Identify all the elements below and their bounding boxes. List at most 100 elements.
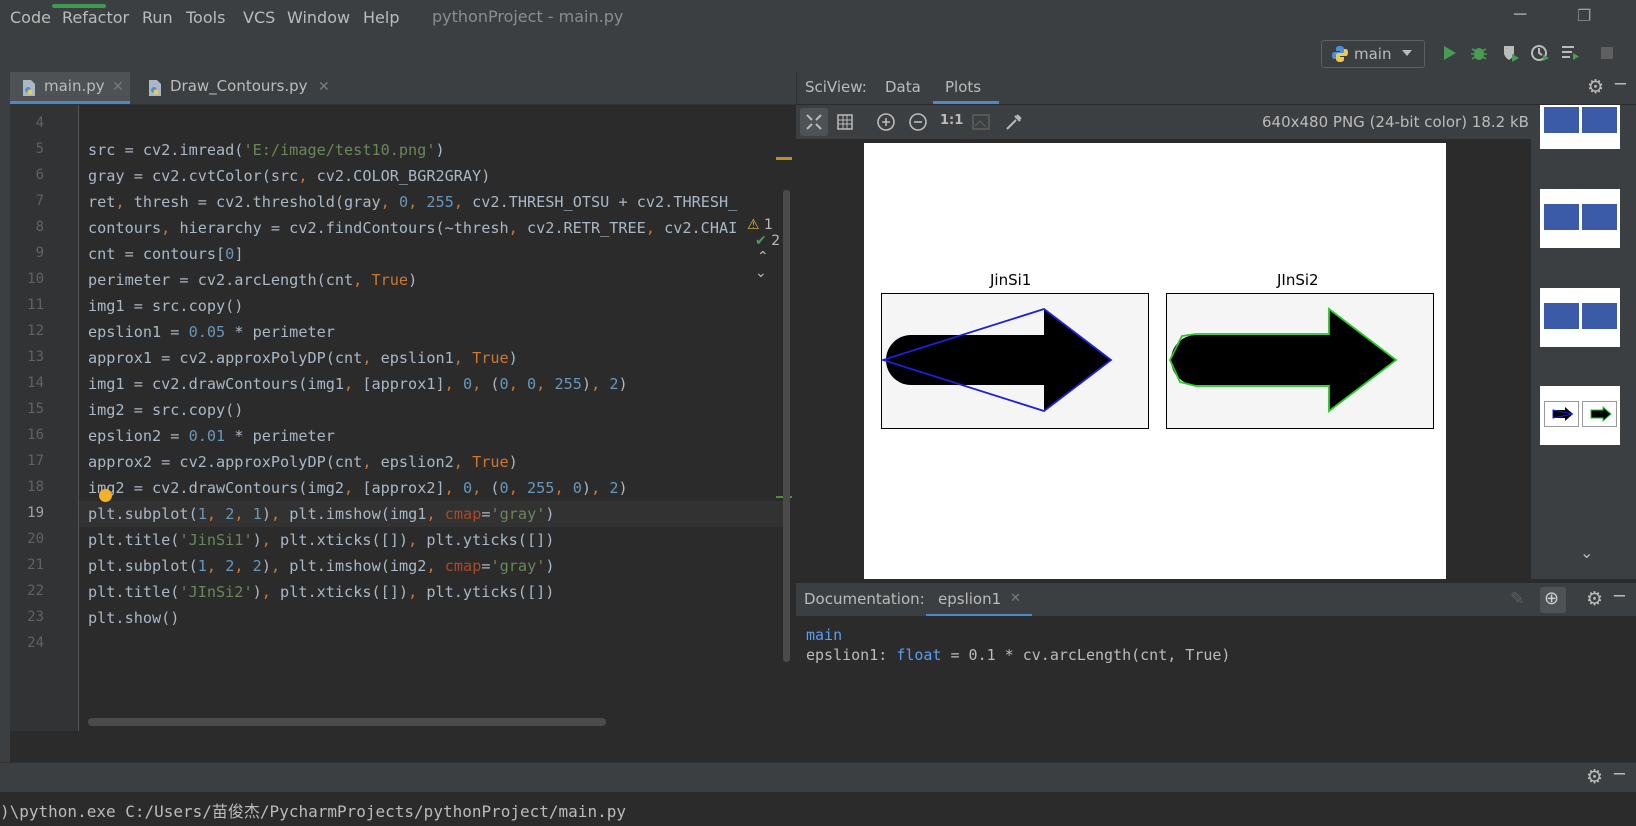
zoom-in-icon[interactable] (876, 112, 896, 132)
close-icon[interactable]: ✕ (112, 79, 124, 95)
doc-signature-name: epslion1 (806, 646, 879, 664)
inspection-widget[interactable]: ⚠ 1 ✔ 2 ⌃ ⌄ (747, 217, 787, 281)
plot-thumbnail[interactable] (1540, 189, 1620, 248)
line-number: 6 (35, 167, 44, 183)
plot-thumbnail[interactable] (1540, 105, 1620, 149)
run-menu-icon[interactable] (1560, 43, 1580, 63)
profile-icon[interactable] (1530, 43, 1550, 63)
background-icon[interactable] (972, 113, 990, 131)
documentation-body: main epslion1: float = 0.1 * cv.arcLengt… (796, 616, 1636, 762)
line-number: 17 (27, 453, 44, 469)
line-number: 18 (27, 479, 44, 495)
warning-icon: ⚠ (747, 217, 760, 233)
hide-icon[interactable]: ─ (1615, 74, 1626, 95)
line-number: 13 (27, 349, 44, 365)
stop-icon[interactable] (1597, 43, 1617, 63)
menu-window[interactable]: Window (287, 8, 350, 27)
line-number: 8 (35, 219, 44, 235)
code-line: img2 = src.copy() (88, 401, 244, 419)
gear-icon[interactable]: ⚙ (1587, 76, 1604, 98)
chevron-up-icon[interactable]: ⌃ (757, 249, 769, 265)
menu-refactor[interactable]: Refactor (62, 8, 129, 27)
weak-warning-count: 2 (771, 233, 781, 249)
code-line: cnt = contours[0] (88, 245, 244, 263)
line-number: 9 (35, 245, 44, 261)
warning-marker[interactable] (776, 157, 792, 160)
check-icon: ✔ (755, 233, 767, 249)
run-config-select[interactable]: main (1321, 40, 1425, 68)
menu-run[interactable]: Run (142, 8, 173, 27)
edit-icon[interactable]: ✎ (1510, 589, 1524, 609)
code-line: plt.show() (88, 609, 180, 627)
plot-thumbnail[interactable] (1540, 386, 1620, 445)
hide-icon[interactable]: ─ (1614, 586, 1625, 607)
menu-help[interactable]: Help (363, 8, 399, 27)
code-line: plt.subplot(1, 2, 1), plt.imshow(img1, c… (88, 505, 555, 523)
line-number: 23 (27, 609, 44, 625)
code-line: img1 = cv2.drawContours(img1, [approx1],… (88, 375, 628, 393)
tab-plots[interactable]: Plots (933, 72, 999, 104)
doc-module: main (806, 626, 843, 644)
editor-vertical-scrollbar[interactable] (783, 190, 790, 662)
chevron-down-icon[interactable]: ⌄ (755, 265, 767, 281)
tab-main-py[interactable]: main.py ✕ (10, 72, 130, 104)
gear-icon[interactable]: ⚙ (1586, 766, 1603, 788)
doc-signature-type: float (896, 646, 942, 664)
code-line: plt.title('JInSi2'), plt.xticks([]), plt… (88, 583, 555, 601)
plot-canvas: JinSi1 JInSi2 (864, 143, 1446, 579)
close-icon[interactable]: ✕ (318, 79, 330, 95)
menu-vcs[interactable]: VCS (243, 8, 275, 27)
gear-icon[interactable]: ⚙ (1586, 588, 1603, 610)
tab-main-label: main.py (44, 77, 105, 95)
doc-signature-colon: : (878, 646, 888, 664)
subplot-image (881, 293, 1149, 429)
hide-icon[interactable]: ─ (1614, 764, 1625, 785)
left-tool-strip (0, 72, 10, 762)
tab-data[interactable]: Data (885, 78, 921, 96)
window-title: pythonProject - main.py (432, 7, 624, 26)
color-picker-icon[interactable] (1004, 112, 1024, 132)
image-info: 640x480 PNG (24-bit color) 18.2 kB (1262, 113, 1529, 131)
line-number: 14 (27, 375, 44, 391)
subplot-title: JInSi2 (1277, 271, 1319, 289)
restore-icon[interactable]: ❐ (1577, 6, 1591, 25)
code-line: img2 = cv2.drawContours(img2, [approx2],… (88, 479, 628, 497)
doc-tab-epslion1[interactable]: epslion1 ✕ (926, 583, 1032, 617)
pin-icon: ⊕ (1544, 588, 1560, 609)
pin-button[interactable]: ⊕ (1540, 587, 1566, 613)
line-number: 4 (35, 115, 44, 131)
menu-code[interactable]: Code (10, 8, 51, 27)
actual-size-button[interactable]: 1:1 (940, 113, 963, 128)
editor-tabs: main.py ✕ Draw_Contours.py ✕ (10, 72, 796, 105)
line-number: 12 (27, 323, 44, 339)
debug-icon[interactable] (1469, 43, 1489, 63)
code-line: approx1 = cv2.approxPolyDP(cnt, epslion1… (88, 349, 518, 367)
run-console[interactable]: )\python.exe C:/Users/苗俊杰/PycharmProject… (0, 792, 1636, 826)
chevron-down-icon[interactable]: ⌄ (1580, 543, 1593, 562)
intention-bulb-icon[interactable] (99, 489, 112, 502)
menu-tools[interactable]: Tools (186, 8, 225, 27)
code-line: approx2 = cv2.approxPolyDP(cnt, epslion2… (88, 453, 518, 471)
minimize-icon[interactable]: ─ (1514, 2, 1526, 26)
run-icon[interactable] (1439, 43, 1459, 63)
coverage-icon[interactable] (1500, 43, 1520, 63)
plot-thumbnail[interactable] (1540, 288, 1620, 347)
fit-zoom-button[interactable] (800, 108, 828, 136)
line-number: 21 (27, 557, 44, 573)
menu-bar: Code Refactor Run Tools VCS Window Help … (0, 0, 1636, 36)
grid-icon[interactable] (836, 113, 854, 131)
plot-toolbar: 1:1 640x480 PNG (24-bit color) 18.2 kB (796, 105, 1531, 139)
line-number-current: 19 (27, 505, 44, 521)
line-number: 20 (27, 531, 44, 547)
line-number: 10 (27, 271, 44, 287)
subplot-image (1166, 293, 1434, 429)
editor-horizontal-scrollbar[interactable] (88, 718, 606, 726)
line-number-gutter: 4 5 6 7 8 9 10 11 12 13 14 15 16 17 18 1… (10, 105, 79, 731)
close-icon[interactable]: ✕ (1010, 591, 1021, 606)
console-command: )\python.exe C:/Users/苗俊杰/PycharmProject… (0, 802, 626, 821)
zoom-out-icon[interactable] (908, 112, 928, 132)
fit-icon (806, 114, 822, 130)
code-editor[interactable]: src = cv2.imread('E:/image/test10.png') … (79, 105, 787, 731)
progress-indicator (52, 4, 106, 8)
tab-draw-contours[interactable]: Draw_Contours.py ✕ (134, 72, 334, 104)
